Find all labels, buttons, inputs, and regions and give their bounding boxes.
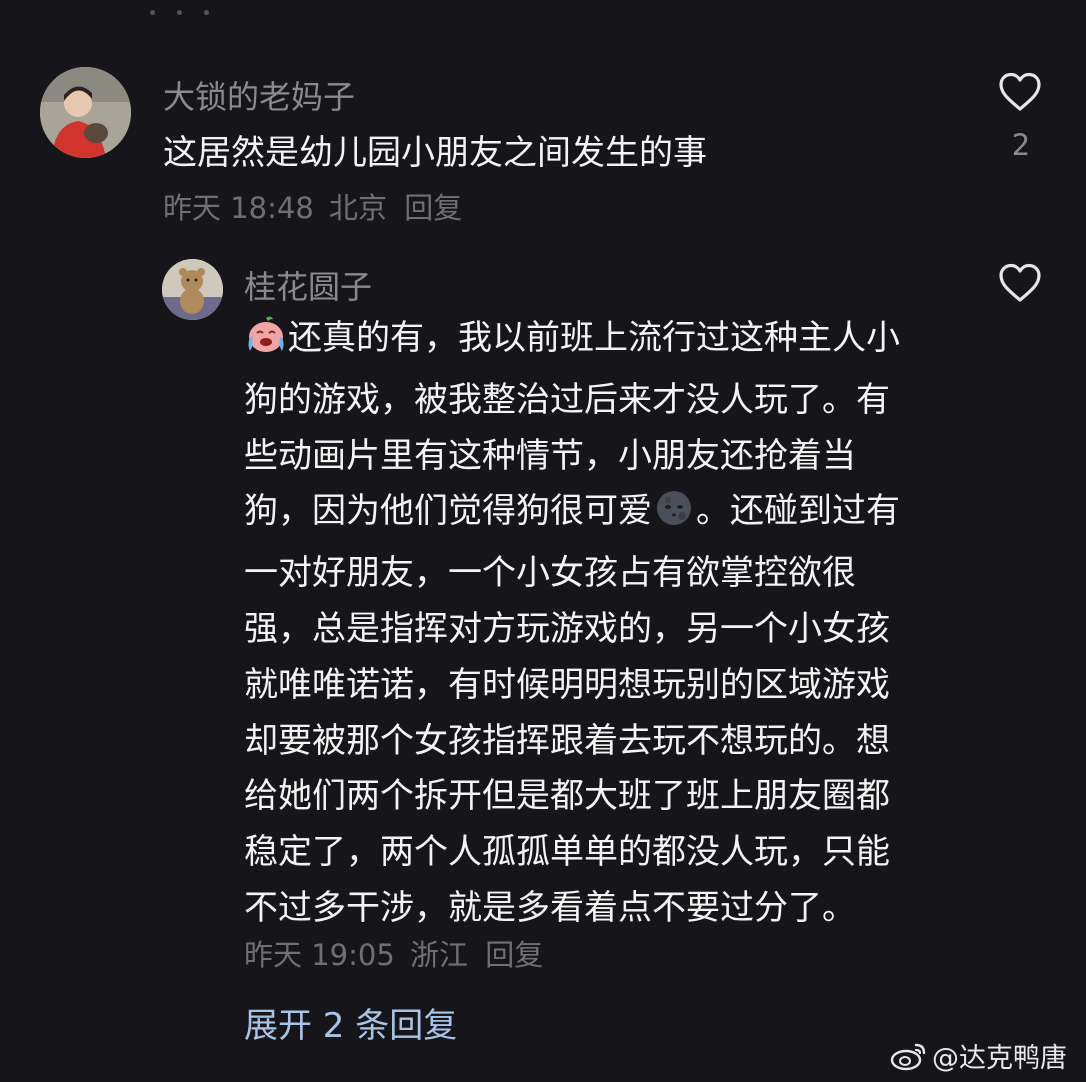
comment-text-line: 些动画片里有这种情节，小朋友还抢着当 <box>244 435 856 476</box>
comment-text-line: 就唯唯诺诺，有时候明明想玩别的区域游戏 <box>244 664 890 705</box>
heart-outline-icon <box>999 263 1041 302</box>
watermark: @达克鸭唐 <box>890 1036 1067 1078</box>
comment-location: 北京 <box>329 191 388 225</box>
comment-time: 昨天 19:05 <box>244 938 395 972</box>
comment-text-line: 不过多干涉，就是多看着点不要过分了。 <box>244 887 856 928</box>
new-moon-face-emoji-icon <box>652 488 696 546</box>
like-count: 2 <box>1011 128 1031 162</box>
comment-username[interactable]: 大锁的老妈子 <box>163 72 355 118</box>
crying-face-emoji-icon <box>244 315 288 373</box>
comment-text-line: 还真的有，我以前班上流行过这种主人小 <box>288 318 900 358</box>
comment-time: 昨天 18:48 <box>163 191 314 225</box>
top-divider-dots <box>150 0 270 15</box>
comment-text-line: 一对好朋友，一个小女孩占有欲掌控欲很 <box>244 553 856 594</box>
avatar[interactable] <box>162 259 223 320</box>
comment-username[interactable]: 桂花圆子 <box>244 262 372 308</box>
comment-thread: 大锁的老妈子 这居然是幼儿园小朋友之间发生的事 昨天 18:48 北京 回复 2… <box>0 0 1086 1082</box>
comment-meta: 昨天 19:05 浙江 回复 <box>244 932 543 974</box>
comment-text: 还真的有，我以前班上流行过这种主人小 狗的游戏，被我整治过后来才没人玩了。有 些… <box>244 311 964 937</box>
comment-text-line: 强，总是指挥对方玩游戏的，另一个小女孩 <box>244 608 890 649</box>
reply-button[interactable]: 回复 <box>404 191 462 225</box>
comment-text-line: 却要被那个女孩指挥跟着去玩不想玩的。想 <box>244 720 890 761</box>
expand-replies-link[interactable]: 展开 2 条回复 <box>244 998 457 1047</box>
comment-meta: 昨天 18:48 北京 回复 <box>163 185 462 227</box>
reply-button[interactable]: 回复 <box>485 938 543 972</box>
comment-location: 浙江 <box>410 938 469 972</box>
avatar[interactable] <box>40 67 131 158</box>
comment-text-line: 稳定了，两个人孤孤单单的都没人玩，只能 <box>244 832 890 873</box>
watermark-text: @达克鸭唐 <box>932 1043 1067 1074</box>
comment-text-line: 狗的游戏，被我整治过后来才没人玩了。有 <box>244 379 890 420</box>
comment-text-line: 给她们两个拆开但是都大班了班上朋友圈都 <box>244 776 890 817</box>
comment-text-line: 。还碰到过有 <box>696 491 900 532</box>
weibo-logo-icon <box>890 1041 928 1078</box>
comment-text-line: 狗，因为他们觉得狗很可爱 <box>244 491 652 532</box>
like-button[interactable] <box>997 72 1043 116</box>
like-button[interactable] <box>997 263 1043 307</box>
heart-outline-icon <box>999 72 1041 111</box>
comment-text: 这居然是幼儿园小朋友之间发生的事 <box>163 133 707 173</box>
